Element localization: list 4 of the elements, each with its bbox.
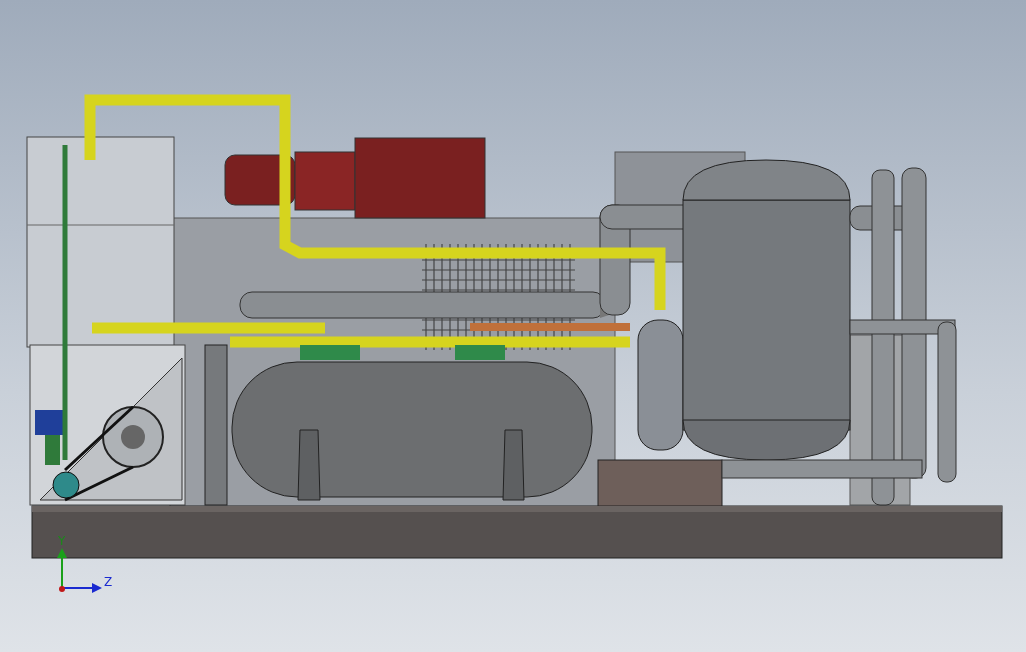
axis-label: Y xyxy=(58,534,66,548)
origin-icon xyxy=(59,586,65,592)
y-axis-arrow xyxy=(57,548,67,589)
axis-label: Z xyxy=(104,575,113,589)
